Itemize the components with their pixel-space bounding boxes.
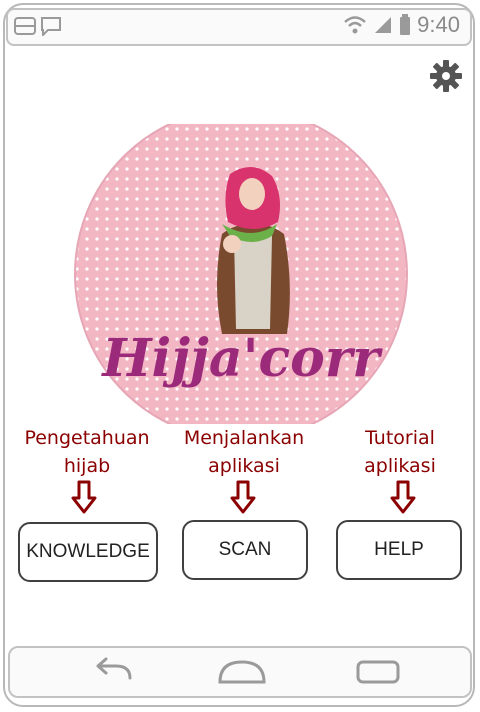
arrow-down-icon — [71, 480, 97, 514]
app-logo: Hijja'corr — [74, 124, 408, 424]
signal-icon — [375, 17, 392, 33]
hint-scan-line2: aplikasi — [208, 455, 280, 477]
message-icon — [41, 17, 61, 36]
recents-icon[interactable] — [352, 656, 404, 688]
logo-text: Hijja'corr — [100, 328, 383, 389]
hint-knowledge: Pengetahuan hijab — [12, 424, 162, 480]
status-time: 9:40 — [417, 12, 460, 37]
gear-icon[interactable] — [428, 58, 464, 94]
help-button[interactable]: HELP — [336, 520, 462, 580]
battery-icon — [400, 14, 411, 35]
status-bar: 9:40 — [6, 8, 472, 46]
back-icon[interactable] — [88, 656, 140, 688]
scan-button[interactable]: SCAN — [182, 520, 308, 580]
hint-help: Tutorial aplikasi — [334, 424, 466, 480]
wifi-icon — [344, 16, 367, 34]
arrow-down-icon — [230, 480, 256, 514]
navigation-bar — [8, 646, 472, 698]
hint-knowledge-line2: hijab — [63, 455, 111, 477]
hint-help-line1: Tutorial — [365, 427, 435, 449]
home-icon[interactable] — [216, 656, 268, 688]
hint-knowledge-line1: Pengetahuan — [24, 427, 150, 449]
sim-card-icon — [14, 17, 36, 35]
hint-scan-line1: Menjalankan — [183, 427, 305, 449]
knowledge-button[interactable]: KNOWLEDGE — [18, 522, 158, 582]
arrow-down-icon — [390, 480, 416, 514]
hint-help-line2: aplikasi — [364, 455, 436, 477]
hint-scan: Menjalankan aplikasi — [170, 424, 318, 480]
